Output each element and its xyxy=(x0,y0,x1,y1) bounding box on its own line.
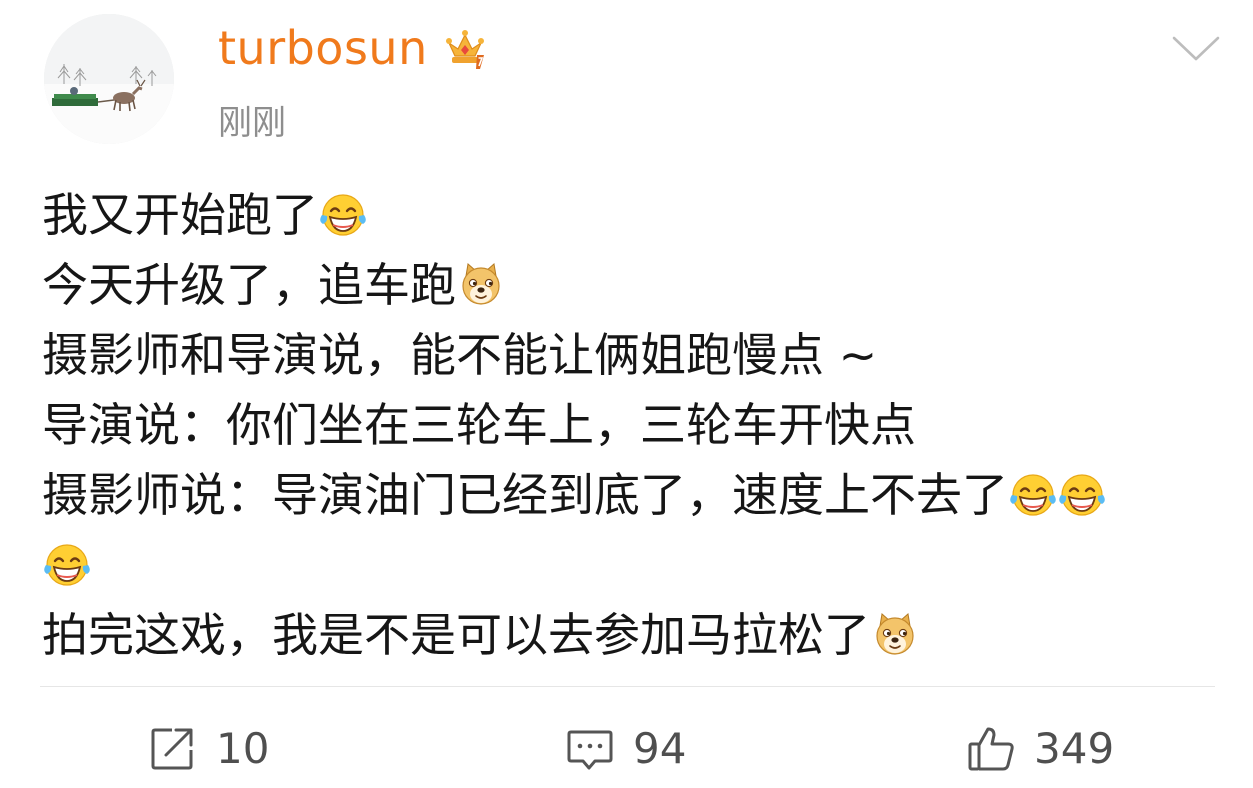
thumbs-up-icon xyxy=(968,727,1014,771)
post-text-line xyxy=(42,530,1222,600)
post-text-segment: 摄影师和导演说，能不能让俩姐跑慢点 ~ xyxy=(42,328,878,382)
post-text-line: 今天升级了，追车跑 xyxy=(42,250,1222,320)
post-text-line: 摄影师和导演说，能不能让俩姐跑慢点 ~ xyxy=(42,320,1222,390)
post-text-line: 摄影师说：导演油门已经到底了，速度上不去了 xyxy=(42,460,1222,530)
author-row: turbosun xyxy=(218,18,490,78)
like-button[interactable]: 349 xyxy=(966,718,1114,780)
laugh-cry-emoji-icon xyxy=(43,541,91,589)
comment-count: 94 xyxy=(633,724,687,773)
post-text-segment: 拍完这戏，我是不是可以去参加马拉松了 xyxy=(42,608,870,662)
divider xyxy=(40,686,1215,687)
avatar[interactable] xyxy=(44,14,174,144)
laugh-cry-emoji-icon xyxy=(1009,471,1057,519)
post-text-line: 我又开始跑了 xyxy=(42,180,1222,250)
avatar-image xyxy=(44,14,174,144)
repost-count: 10 xyxy=(216,724,270,773)
post-text-segment: 今天升级了，追车跑 xyxy=(42,258,456,312)
comment-icon xyxy=(567,730,613,770)
post-timestamp: 刚刚 xyxy=(218,103,286,143)
comment-button[interactable]: 94 xyxy=(565,718,686,780)
laugh-cry-emoji-icon xyxy=(319,191,367,239)
post-text-line: 拍完这戏，我是不是可以去参加马拉松了 xyxy=(42,600,1222,670)
doge-emoji-icon xyxy=(871,611,919,659)
username[interactable]: turbosun xyxy=(218,18,428,78)
vip-crown-icon xyxy=(445,30,484,69)
post-text-segment: 导演说：你们坐在三轮车上，三轮车开快点 xyxy=(42,398,916,452)
post-text-segment: 摄影师说：导演油门已经到底了，速度上不去了 xyxy=(42,468,1008,522)
post-text-line: 导演说：你们坐在三轮车上，三轮车开快点 xyxy=(42,390,1222,460)
repost-button[interactable]: 10 xyxy=(148,718,269,780)
post-text-segment: 我又开始跑了 xyxy=(42,188,318,242)
chevron-down-icon xyxy=(1172,36,1220,61)
like-count: 349 xyxy=(1034,724,1115,773)
doge-emoji-icon xyxy=(457,261,505,309)
laugh-cry-emoji-icon xyxy=(1058,471,1106,519)
repost-icon xyxy=(151,728,193,770)
post-menu-button[interactable] xyxy=(1170,28,1222,68)
post-content: 我又开始跑了今天升级了，追车跑摄影师和导演说，能不能让俩姐跑慢点 ~ 导演说：你们… xyxy=(42,180,1222,670)
